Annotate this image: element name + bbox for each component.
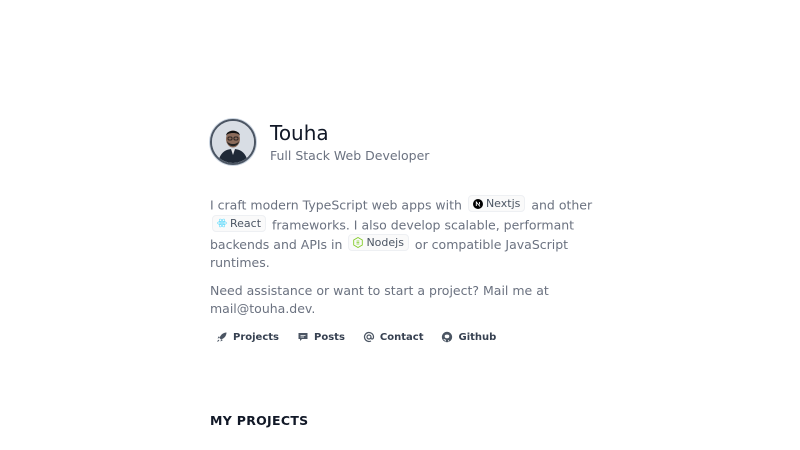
nextjs-chip: Nextjs [467,195,526,212]
profile-text: Touha Full Stack Web Developer [270,122,429,163]
nav-projects-link[interactable]: Projects [216,331,279,343]
nodejs-label: Nodejs [366,236,404,249]
nodejs-chip: Nodejs [348,234,409,251]
nav-links: Projects Posts Contact Github [216,331,496,343]
rocket-icon [217,332,227,342]
nav-github-link[interactable]: Github [441,331,496,343]
bio: I craft modern TypeScript web apps with … [210,195,600,318]
nav-label: Github [458,331,497,343]
avatar [210,119,256,165]
bio-text: and other [531,197,593,213]
projects-section-heading: MY PROJECTS [210,413,309,428]
react-chip: React [212,214,267,232]
nav-label: Posts [314,331,345,343]
profile-name: Touha [270,120,329,145]
nav-contact-link[interactable]: Contact [363,331,424,343]
bio-mail-paragraph: Need assistance or want to start a proje… [210,283,549,316]
at-icon [363,331,375,343]
chat-icon [298,333,308,341]
bio-paragraph: I craft modern TypeScript web apps with … [210,195,600,272]
nextjs-label: Nextjs [485,197,521,210]
react-icon [217,218,227,228]
nav-label: Contact [379,331,424,343]
nav-posts-link[interactable]: Posts [297,331,345,343]
nodejs-icon [353,237,364,248]
react-label: React [230,216,262,230]
nextjs-icon [472,198,483,209]
profile-title: Full Stack Web Developer [270,147,430,163]
github-icon [442,331,453,343]
profile-header: Touha Full Stack Web Developer [210,119,429,165]
nav-label: Projects [233,331,280,343]
avatar-portrait-icon [212,121,254,163]
bio-text: I craft modern TypeScript web apps with [210,197,462,213]
